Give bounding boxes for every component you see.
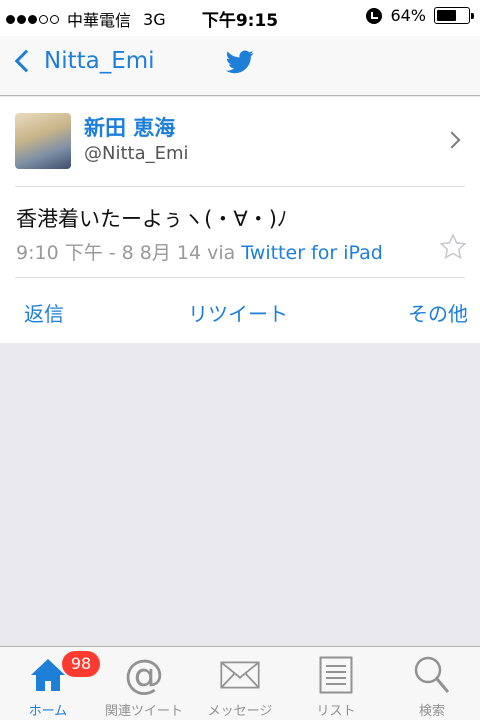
- alarm-icon: [366, 7, 383, 24]
- battery-icon: [434, 7, 474, 24]
- back-button[interactable]: Nitta_Emi: [12, 48, 155, 74]
- retweet-button[interactable]: リツイート: [188, 298, 288, 327]
- display-name: 新田 恵海: [84, 116, 176, 140]
- tab-home-label: ホーム: [28, 704, 68, 719]
- via-client-link[interactable]: Twitter for iPad: [241, 242, 382, 264]
- tab-search-label: 検索: [418, 704, 445, 719]
- profile-row[interactable]: 新田 恵海 @Nitta_Emi: [0, 97, 480, 187]
- more-button[interactable]: その他: [408, 298, 468, 327]
- envelope-icon: [220, 655, 260, 695]
- tweet-detail-card: 新田 恵海 @Nitta_Emi 香港着いたーよぅヽ(・∀・)ﾉ 9:10 下午…: [0, 97, 480, 343]
- search-icon: [412, 655, 452, 695]
- tweet-timestamp: 9:10 下午 - 8 8月 14 via: [16, 242, 236, 264]
- tab-related-tweets[interactable]: @ 関連ツイート: [96, 647, 192, 720]
- avatar[interactable]: [15, 113, 71, 169]
- tab-lists-label: リスト: [316, 704, 356, 719]
- navigation-bar: Nitta_Emi: [0, 36, 480, 96]
- divider: [15, 186, 465, 187]
- chevron-right-icon: [443, 131, 461, 149]
- notification-badge: 98: [62, 651, 100, 677]
- tab-lists[interactable]: リスト: [288, 647, 384, 720]
- list-icon: [316, 655, 356, 695]
- twitter-bird-icon: [226, 50, 254, 74]
- reply-button[interactable]: 返信: [24, 298, 64, 327]
- tweet-text: 香港着いたーよぅヽ(・∀・)ﾉ: [16, 207, 288, 231]
- back-button-label: Nitta_Emi: [44, 48, 155, 74]
- tab-search[interactable]: 検索: [384, 647, 480, 720]
- tab-bar: 98 ホーム @ 関連ツイート メッセージ リスト 検索: [0, 646, 480, 720]
- tweet-meta: 9:10 下午 - 8 8月 14 via Twitter for iPad: [16, 238, 383, 265]
- screen-name: @Nitta_Emi: [84, 143, 189, 164]
- battery-percent: 64%: [390, 6, 426, 25]
- tab-related-label: 関連ツイート: [104, 704, 183, 719]
- favorite-star-icon[interactable]: [438, 232, 468, 262]
- tab-messages-label: メッセージ: [207, 704, 273, 719]
- tab-home[interactable]: 98 ホーム: [0, 647, 100, 720]
- status-bar: 中華電信 3G 下午9:15 64%: [0, 0, 480, 36]
- divider: [15, 277, 465, 278]
- tab-messages[interactable]: メッセージ: [192, 647, 288, 720]
- chevron-left-icon: [14, 49, 38, 73]
- status-right: 64%: [366, 6, 474, 25]
- at-sign-icon: @: [124, 652, 164, 698]
